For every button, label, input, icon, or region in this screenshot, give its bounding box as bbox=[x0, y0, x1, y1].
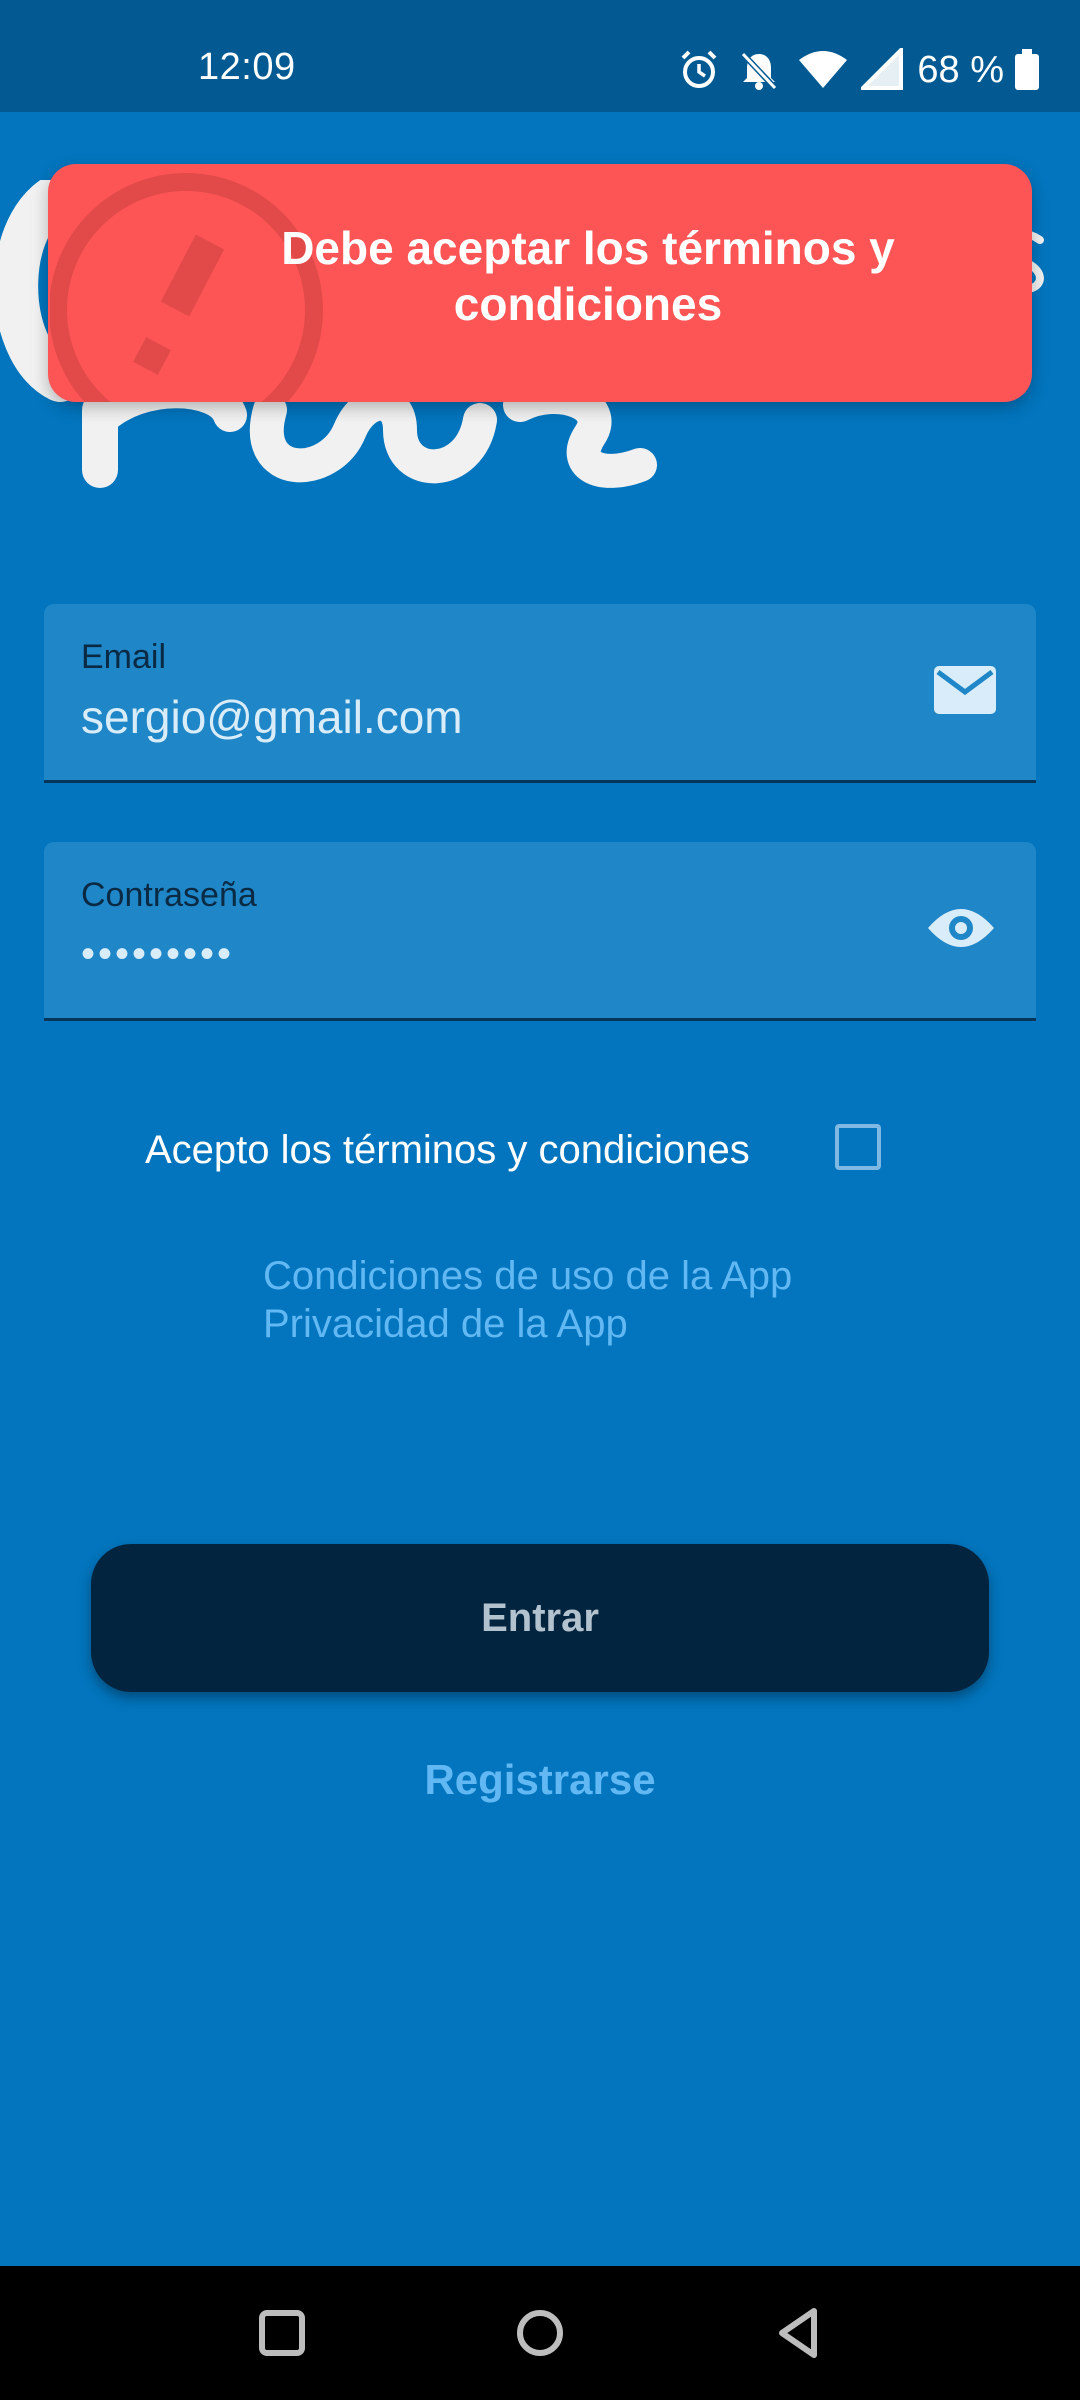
error-toast: Debe aceptar los términos y condiciones bbox=[48, 164, 1032, 402]
navigation-bar bbox=[0, 2266, 1080, 2400]
enter-button[interactable]: Entrar bbox=[91, 1544, 989, 1692]
legal-links: Condiciones de uso de la App Privacidad … bbox=[263, 1252, 792, 1348]
home-icon[interactable] bbox=[510, 2303, 570, 2363]
signal-icon bbox=[861, 48, 904, 90]
password-field[interactable]: Contraseña ••••••••• bbox=[44, 842, 1036, 1021]
password-label: Contraseña bbox=[81, 876, 257, 914]
conditions-link[interactable]: Condiciones de uso de la App bbox=[263, 1252, 792, 1300]
battery-percent: 68 % bbox=[917, 48, 1004, 91]
battery-icon bbox=[1015, 49, 1039, 90]
status-time: 12:09 bbox=[198, 46, 296, 88]
recents-icon[interactable] bbox=[252, 2303, 312, 2363]
terms-label: Acepto los términos y condiciones bbox=[145, 1127, 750, 1172]
terms-checkbox[interactable] bbox=[835, 1124, 881, 1170]
bell-off-icon bbox=[741, 51, 778, 91]
wifi-icon bbox=[799, 51, 848, 88]
toast-message: Debe aceptar los términos y condiciones bbox=[281, 222, 895, 330]
password-input[interactable]: ••••••••• bbox=[81, 932, 234, 977]
eye-icon[interactable] bbox=[926, 904, 996, 952]
privacy-link[interactable]: Privacidad de la App bbox=[263, 1300, 792, 1348]
email-field[interactable]: Email sergio@gmail.com bbox=[44, 604, 1036, 783]
back-icon[interactable] bbox=[768, 2303, 828, 2363]
status-icons: 68 % bbox=[677, 44, 1040, 96]
register-link[interactable]: Registrarse bbox=[0, 1756, 1080, 1804]
mail-icon bbox=[934, 666, 996, 714]
alarm-icon bbox=[681, 50, 717, 88]
terms-row: Acepto los términos y condiciones bbox=[145, 1120, 881, 1180]
status-bar: 12:09 68 % bbox=[0, 0, 1080, 112]
email-input[interactable]: sergio@gmail.com bbox=[81, 690, 463, 744]
email-label: Email bbox=[81, 638, 167, 676]
